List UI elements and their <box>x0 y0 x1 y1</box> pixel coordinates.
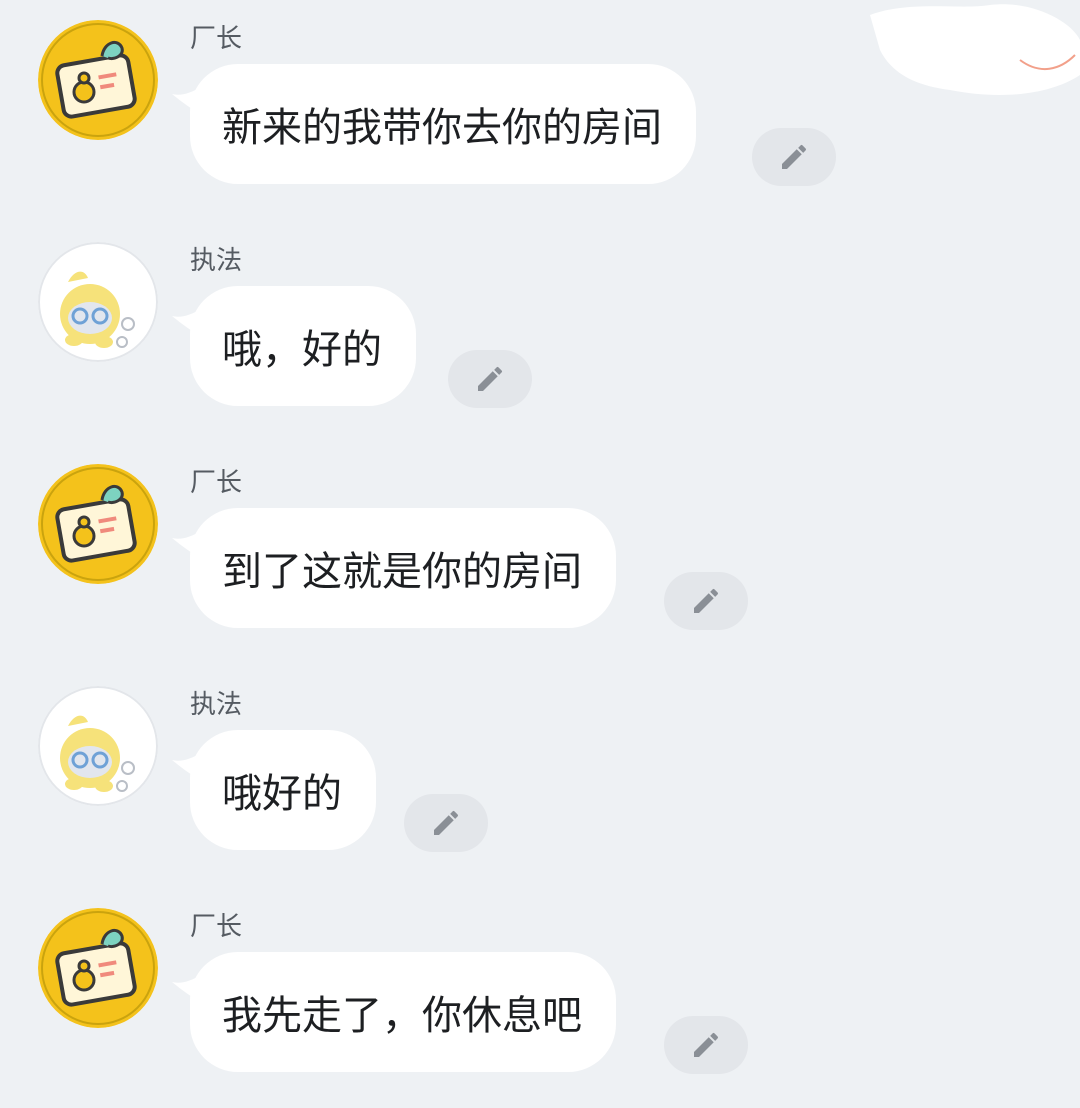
message-bubble[interactable]: 哦好的 <box>190 730 376 850</box>
message-row: 厂长 新来的我带你去你的房间 <box>0 0 1080 200</box>
edit-button[interactable] <box>664 572 748 630</box>
pencil-icon <box>694 588 719 613</box>
message-bubble[interactable]: 新来的我带你去你的房间 <box>190 64 696 184</box>
chick-avatar-icon[interactable] <box>38 686 158 806</box>
edit-button[interactable] <box>752 128 836 186</box>
pencil-icon <box>478 366 503 391</box>
pencil-icon <box>694 1032 719 1057</box>
sender-name: 执法 <box>190 246 243 276</box>
sender-name: 厂长 <box>190 468 243 498</box>
sender-name: 执法 <box>190 690 243 720</box>
badge-avatar-icon[interactable] <box>38 908 158 1028</box>
message-row: 厂长 到了这就是你的房间 <box>0 444 1080 644</box>
message-bubble[interactable]: 哦，好的 <box>190 286 416 406</box>
sender-name: 厂长 <box>190 24 243 54</box>
chick-avatar-icon[interactable] <box>38 242 158 362</box>
badge-avatar-icon[interactable] <box>38 464 158 584</box>
message-row: 执法 哦，好的 <box>0 222 1080 422</box>
message-bubble[interactable]: 我先走了，你休息吧 <box>190 952 616 1072</box>
sender-name: 厂长 <box>190 912 243 942</box>
message-row: 执法 哦好的 <box>0 666 1080 866</box>
pencil-icon <box>782 144 807 169</box>
edit-button[interactable] <box>448 350 532 408</box>
message-row: 厂长 我先走了，你休息吧 <box>0 888 1080 1088</box>
message-bubble[interactable]: 到了这就是你的房间 <box>190 508 616 628</box>
edit-button[interactable] <box>664 1016 748 1074</box>
badge-avatar-icon[interactable] <box>38 20 158 140</box>
pencil-icon <box>434 810 459 835</box>
edit-button[interactable] <box>404 794 488 852</box>
